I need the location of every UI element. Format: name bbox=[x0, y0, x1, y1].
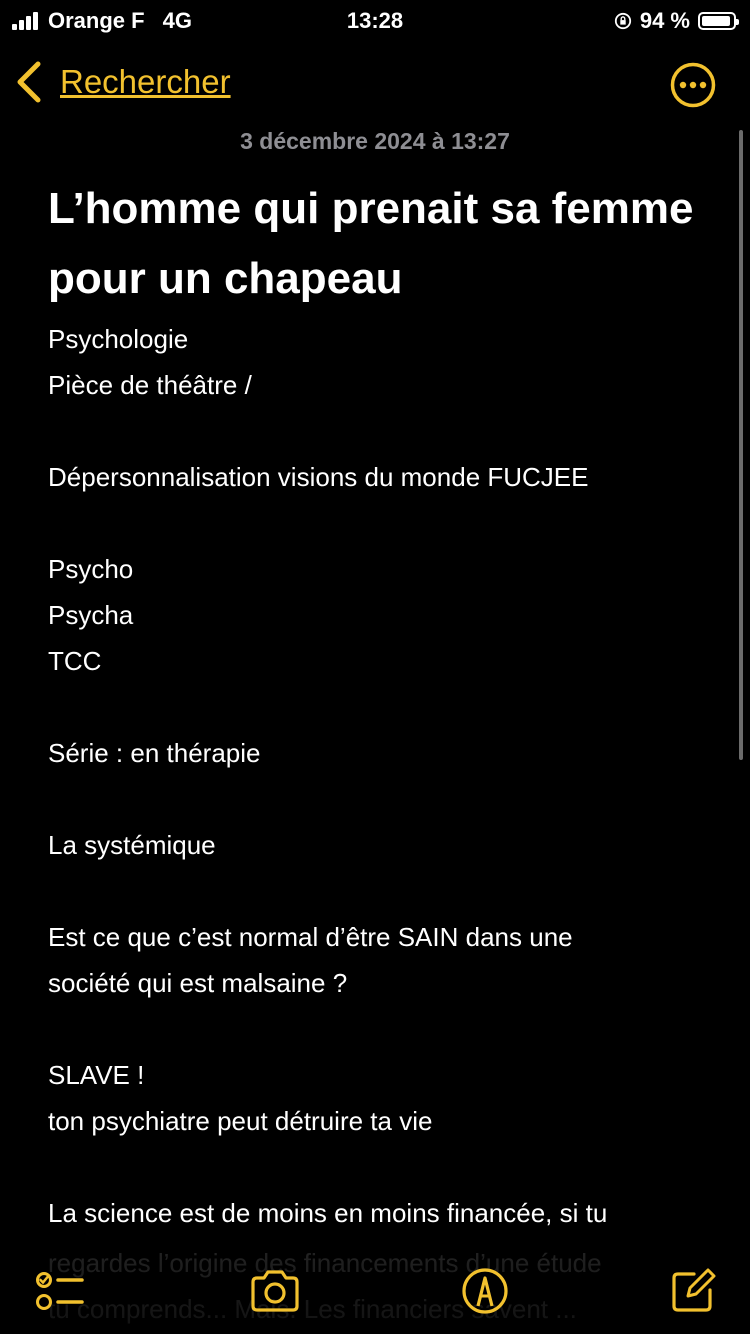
note-line bbox=[48, 868, 728, 914]
rotation-lock-icon bbox=[614, 12, 631, 30]
compose-icon[interactable] bbox=[666, 1266, 720, 1316]
note-line: Psycha bbox=[48, 600, 134, 630]
note-line bbox=[48, 1144, 728, 1190]
camera-icon[interactable] bbox=[248, 1266, 302, 1316]
note-line: La science est de moins en moins financé… bbox=[48, 1198, 608, 1228]
note-line bbox=[48, 408, 728, 454]
scroll-indicator[interactable] bbox=[739, 130, 743, 760]
note-line: Dépersonnalisation visions du monde FUCJ… bbox=[48, 462, 589, 492]
note-line: SLAVE ! bbox=[48, 1060, 145, 1090]
note-line: Série : en thérapie bbox=[48, 738, 261, 768]
note-date: 3 décembre 2024 à 13:27 bbox=[240, 128, 510, 154]
note-line bbox=[48, 500, 728, 546]
note-line: Psychologie bbox=[48, 324, 189, 354]
battery-icon bbox=[698, 12, 739, 30]
note-line bbox=[48, 684, 728, 730]
chevron-left-icon bbox=[17, 61, 41, 103]
nav-bar: Rechercher bbox=[0, 50, 750, 120]
bottom-toolbar bbox=[0, 1258, 750, 1324]
status-bar: Orange F 4G 13:28 94 % bbox=[0, 0, 750, 40]
status-right: 94 % bbox=[614, 8, 739, 34]
note-line bbox=[48, 776, 728, 822]
note-line: Est ce que c’est normal d’être SAIN dans… bbox=[48, 922, 573, 952]
note-line bbox=[48, 1006, 728, 1052]
battery-percent: 94 % bbox=[639, 8, 690, 33]
checklist-icon[interactable] bbox=[32, 1266, 86, 1316]
note-line: TCC bbox=[48, 646, 102, 676]
note-line: Psycho bbox=[48, 554, 134, 584]
markup-pen-icon[interactable] bbox=[458, 1266, 512, 1316]
note-line: société qui est malsaine ? bbox=[48, 968, 348, 998]
note-line: Pièce de théâtre / bbox=[48, 370, 252, 400]
note-line: La systémique bbox=[48, 830, 216, 860]
note-title[interactable]: L’homme qui prenait sa femme pour un cha… bbox=[48, 174, 708, 314]
back-button[interactable]: Rechercher bbox=[14, 60, 231, 104]
ellipsis-circle-icon[interactable] bbox=[670, 62, 716, 108]
note-body[interactable]: Psychologie Pièce de théâtre / Dépersonnal… bbox=[48, 316, 728, 1236]
back-label: Rechercher bbox=[60, 63, 231, 100]
note-line: ton psychiatre peut détruire ta vie bbox=[48, 1106, 433, 1136]
battery-fill bbox=[702, 16, 731, 26]
